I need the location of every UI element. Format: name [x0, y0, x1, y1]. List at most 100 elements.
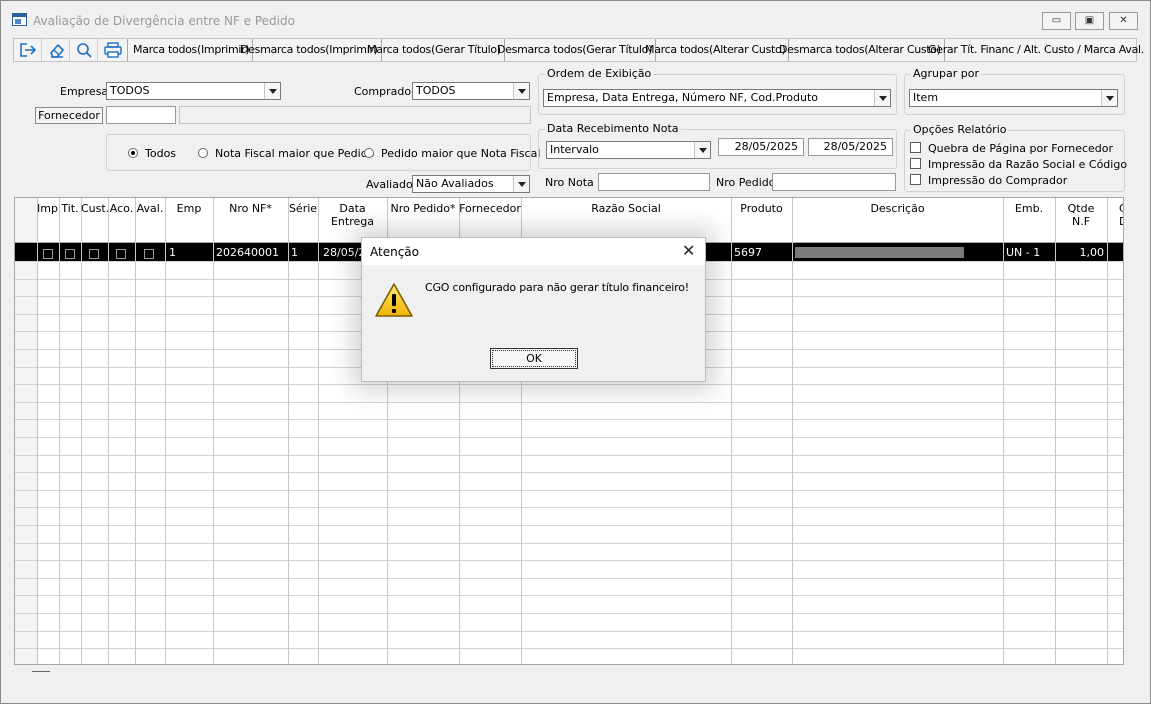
row-serie[interactable]: 1: [291, 245, 298, 261]
search-icon[interactable]: [70, 39, 98, 61]
radio-todos-label: Todos: [145, 147, 177, 160]
col-header-imp[interactable]: Imp.: [37, 202, 59, 215]
comprador-label: Comprador: [354, 85, 416, 98]
radio-nf-maior-pedido[interactable]: [198, 148, 208, 158]
col-header-truncated[interactable]: CD: [1107, 202, 1123, 228]
scroll-thumb[interactable]: [32, 671, 50, 672]
quebra-pagina-checkbox[interactable]: [910, 142, 921, 153]
tipo-data-value: Intervalo: [550, 143, 599, 156]
alert-dialog: Atenção ✕ CGO configurado para não gerar…: [361, 237, 706, 382]
col-header-data-entrega[interactable]: Data Entrega: [318, 202, 387, 228]
fornecedor-button[interactable]: Fornecedor: [35, 107, 103, 124]
ordem-exibicao-title: Ordem de Exibição: [545, 67, 654, 80]
impressao-comprador-checkbox[interactable]: [910, 174, 921, 185]
col-header-fornecedor[interactable]: Fornecedor: [459, 202, 521, 215]
row-qtde-nf[interactable]: 1,00: [1056, 245, 1105, 261]
radio-todos[interactable]: [128, 148, 138, 158]
quebra-pagina-label: Quebra de Página por Fornecedor: [928, 142, 1114, 155]
radio-pedido-maior-nf[interactable]: [364, 148, 374, 158]
minimize-button[interactable]: ▭: [1042, 12, 1071, 30]
exit-icon[interactable]: [14, 39, 42, 61]
chevron-down-icon[interactable]: [264, 83, 280, 99]
close-button[interactable]: ✕: [1109, 12, 1138, 30]
main-window: Avaliação de Divergência entre NF e Pedi…: [0, 0, 1151, 704]
agrupar-por-select[interactable]: Item: [909, 89, 1118, 107]
nro-nota-label: Nro Nota: [545, 176, 594, 189]
chevron-down-icon[interactable]: [694, 142, 710, 158]
col-header-descricao[interactable]: Descrição: [792, 202, 1003, 215]
empresa-value: TODOS: [110, 84, 150, 97]
impressao-comprador-label: Impressão do Comprador: [928, 174, 1068, 187]
radio-nf-maior-pedido-label: Nota Fiscal maior que Pedido: [215, 147, 375, 160]
nro-nota-input[interactable]: [598, 173, 710, 191]
impressao-razao-social-label: Impressão da Razão Social e Código: [928, 158, 1128, 171]
col-header-razao-social[interactable]: Razão Social: [521, 202, 731, 215]
ok-button[interactable]: OK: [490, 348, 578, 369]
row-tit-checkbox[interactable]: [65, 249, 75, 259]
dialog-title: Atenção: [370, 245, 419, 259]
impressao-razao-social-checkbox[interactable]: [910, 158, 921, 169]
row-produto[interactable]: 5697: [734, 245, 762, 261]
fornecedor-code-input[interactable]: [106, 106, 176, 124]
marca-todos-gerar-titulo-button[interactable]: Marca todos(Gerar Título): [364, 39, 505, 61]
title-bar: Avaliação de Divergência entre NF e Pedi…: [1, 1, 1150, 35]
col-header-aco[interactable]: Aco.: [108, 202, 135, 215]
window-title: Avaliação de Divergência entre NF e Pedi…: [33, 14, 295, 28]
col-header-emb[interactable]: Emb.: [1003, 202, 1055, 215]
dialog-title-bar: Atenção ✕: [362, 238, 705, 265]
col-header-emp[interactable]: Emp: [165, 202, 213, 215]
fornecedor-name-display: [179, 106, 531, 124]
agrupar-por-value: Item: [913, 91, 939, 104]
row-descricao-redacted: [795, 247, 964, 258]
col-header-nro-nf[interactable]: Nro NF*: [213, 202, 288, 215]
gerar-titulo-alt-custo-marca-aval-button[interactable]: Gerar Tít. Financ / Alt. Custo / Marca A…: [925, 39, 1147, 61]
desmarca-todos-imprimir-button[interactable]: Desmarca todos(Imprimir): [237, 39, 382, 61]
col-header-aval[interactable]: Aval.: [135, 202, 165, 215]
data-inicio-input[interactable]: 28/05/2025: [718, 138, 804, 156]
col-header-qtde-nf[interactable]: Qtde N.F: [1055, 202, 1107, 228]
data-recebimento-title: Data Recebimento Nota: [545, 122, 681, 135]
comprador-value: TODOS: [416, 84, 456, 97]
eraser-icon[interactable]: [42, 39, 70, 61]
row-data-entrega[interactable]: 28/05/2: [323, 245, 365, 261]
row-nro-nf[interactable]: 202640001: [216, 245, 279, 261]
ordem-exibicao-value: Empresa, Data Entrega, Número NF, Cod.Pr…: [547, 91, 818, 104]
col-header-tit[interactable]: Tit.: [59, 202, 81, 215]
chevron-down-icon[interactable]: [1101, 90, 1117, 106]
row-emb[interactable]: UN - 1: [1006, 245, 1040, 261]
data-fim-input[interactable]: 28/05/2025: [808, 138, 893, 156]
empresa-select[interactable]: TODOS: [106, 82, 281, 100]
empresa-label: Empresa: [60, 85, 109, 98]
comprador-select[interactable]: TODOS: [412, 82, 530, 100]
app-icon: [12, 13, 27, 26]
avaliado-select[interactable]: Não Avaliados: [412, 175, 530, 193]
nro-pedido-input[interactable]: [772, 173, 896, 191]
desmarca-todos-alterar-custo-button[interactable]: Desmarca todos(Alterar Custo): [776, 39, 945, 61]
row-emp[interactable]: 1: [169, 245, 176, 261]
row-imp-checkbox[interactable]: [43, 249, 53, 259]
row-cust-checkbox[interactable]: [89, 249, 99, 259]
row-aco-checkbox[interactable]: [116, 249, 126, 259]
dialog-close-icon[interactable]: ✕: [682, 241, 695, 261]
ordem-exibicao-select[interactable]: Empresa, Data Entrega, Número NF, Cod.Pr…: [543, 89, 891, 107]
toolbar: Marca todos(Imprimir) Desmarca todos(Imp…: [13, 38, 1144, 62]
col-header-nro-pedido[interactable]: Nro Pedido*: [387, 202, 459, 215]
agrupar-por-title: Agrupar por: [911, 67, 981, 80]
col-header-cust[interactable]: Cust.: [81, 202, 108, 215]
radio-pedido-maior-nf-label: Pedido maior que Nota Fiscal: [381, 147, 541, 160]
nro-pedido-label: Nro Pedido: [716, 176, 776, 189]
tipo-data-select[interactable]: Intervalo: [546, 141, 711, 159]
marca-todos-alterar-custo-button[interactable]: Marca todos(Alterar Custo): [642, 39, 790, 61]
marca-todos-imprimir-button[interactable]: Marca todos(Imprimir): [130, 39, 254, 61]
dialog-message: CGO configurado para não gerar título fi…: [425, 281, 689, 294]
printer-icon[interactable]: [98, 39, 128, 61]
chevron-down-icon[interactable]: [874, 90, 890, 106]
chevron-down-icon[interactable]: [513, 83, 529, 99]
chevron-down-icon[interactable]: [513, 176, 529, 192]
col-header-serie[interactable]: Série: [288, 202, 318, 215]
col-header-produto[interactable]: Produto: [731, 202, 792, 215]
desmarca-todos-gerar-titulo-button[interactable]: Desmarca todos(Gerar Título): [494, 39, 657, 61]
maximize-button[interactable]: ▣: [1075, 12, 1104, 30]
row-aval-checkbox[interactable]: [144, 249, 154, 259]
horizontal-scrollbar[interactable]: [14, 665, 1124, 681]
